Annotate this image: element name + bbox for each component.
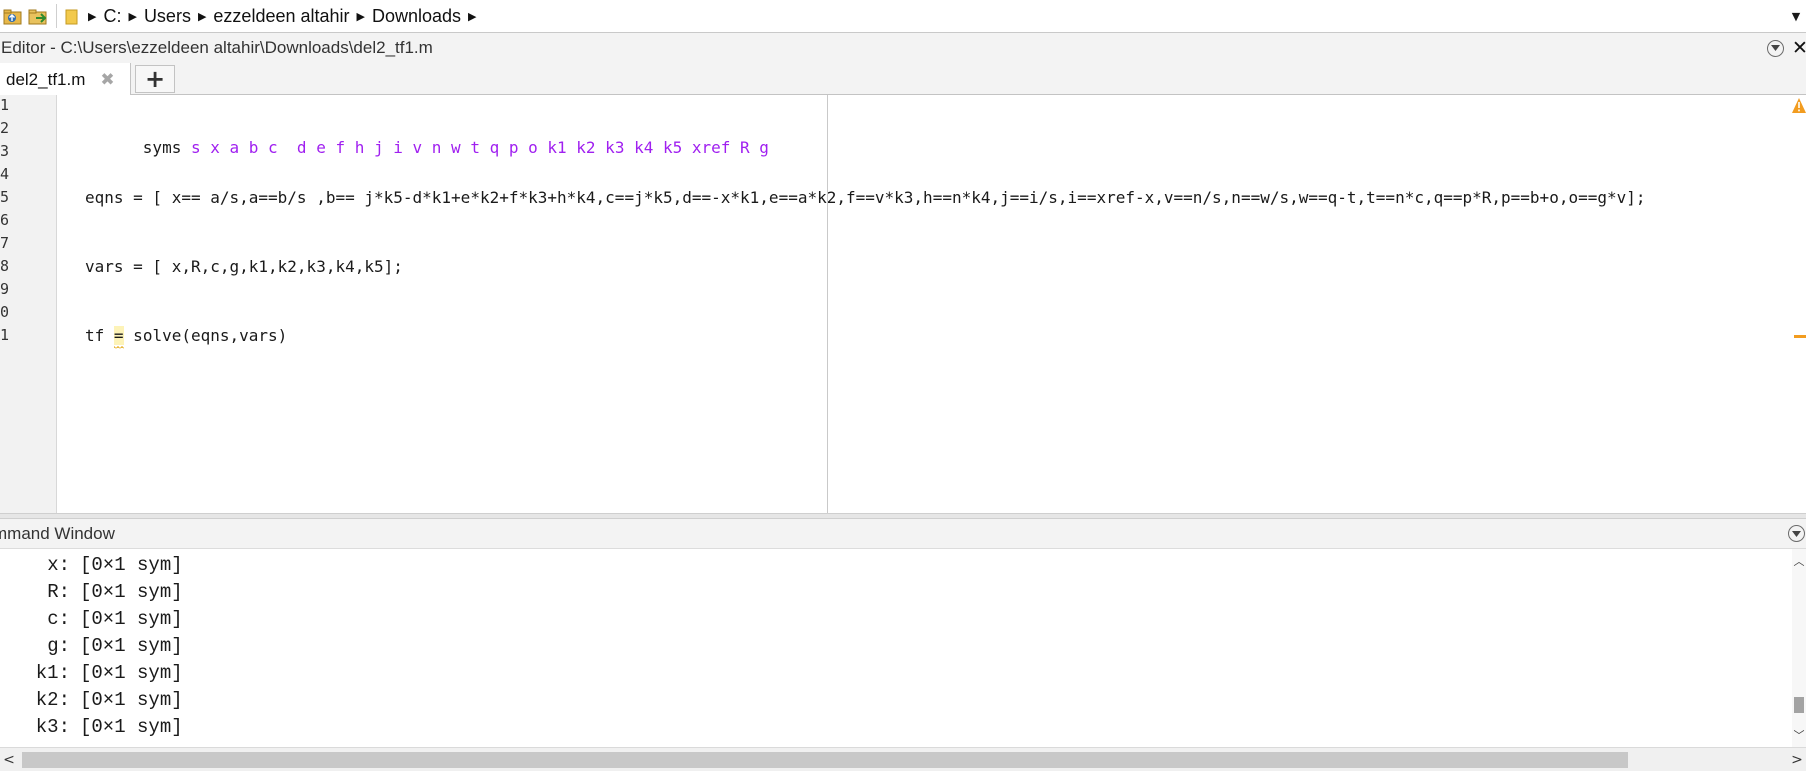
breadcrumb-downloads[interactable]: Downloads — [372, 0, 461, 33]
warning-marker[interactable] — [1794, 335, 1806, 338]
line-number: 1 — [0, 96, 10, 114]
line-number: 2 — [0, 119, 10, 137]
breadcrumb-user-folder[interactable]: ezzeldeen altahir — [213, 0, 349, 33]
line-number: 3 — [0, 142, 10, 160]
output-value: [0×1 sym] — [80, 662, 183, 684]
scroll-up-icon[interactable]: ︿ — [1792, 553, 1806, 569]
horizontal-scrollbar[interactable]: < > — [0, 747, 1806, 771]
toolbar-separator — [56, 4, 57, 28]
code-editor[interactable]: 1 2 3 4 5 6 7 8 9 0 1 syms s x a b c d e… — [0, 95, 1806, 513]
scrollbar-thumb[interactable] — [1794, 697, 1804, 713]
editor-tabbar: del2_tf1.m ✖ + — [0, 63, 1806, 96]
line-number: 9 — [0, 280, 10, 298]
line-number-gutter: 1 2 3 4 5 6 7 8 9 0 1 — [0, 95, 57, 513]
output-line: g: [0×1 sym] — [0, 635, 183, 662]
output-variable: g: — [47, 635, 70, 657]
breadcrumb-arrow-icon[interactable]: ▶ — [350, 0, 372, 33]
browse-folder-icon[interactable] — [26, 3, 52, 29]
new-tab-button[interactable]: + — [135, 65, 175, 93]
warning-highlight[interactable]: = — [113, 326, 124, 350]
tab-del2-tf1[interactable]: del2_tf1.m ✖ — [0, 63, 131, 96]
breadcrumb-arrow-icon[interactable]: ▶ — [191, 0, 213, 33]
command-window-output[interactable]: x: [0×1 sym] R: [0×1 sym] c: [0×1 sym] g: [0… — [0, 549, 1792, 747]
line-number: 0 — [0, 303, 10, 321]
breadcrumb-drive[interactable]: C: — [103, 0, 121, 33]
breadcrumb-arrow-icon[interactable]: ▶ — [81, 0, 103, 33]
output-variable: k2: — [35, 689, 70, 711]
output-variable: k1: — [35, 662, 70, 684]
output-line: k1: [0×1 sym] — [0, 662, 183, 689]
line-number: 5 — [0, 188, 10, 206]
output-value: [0×1 sym] — [80, 716, 183, 738]
output-value: [0×1 sym] — [80, 581, 183, 603]
line-number: 8 — [0, 257, 10, 275]
output-value: [0×1 sym] — [80, 689, 183, 711]
code-line-eqns: eqns = [ x== a/s,a==b/s ,b== j*k5-d*k1+e… — [85, 188, 1646, 207]
scrollbar-thumb[interactable] — [22, 752, 1628, 768]
editor-titlebar: Editor - C:\Users\ezzeldeen altahir\Down… — [0, 33, 1806, 63]
line-number: 1 — [0, 326, 10, 344]
output-value: [0×1 sym] — [80, 635, 183, 657]
code-line-solve: tf = solve(eqns,vars) — [85, 326, 288, 350]
code-token: solve(eqns,vars) — [123, 326, 288, 345]
close-icon[interactable]: ✕ — [1792, 37, 1806, 59]
address-bar: ▶ C: ▶ Users ▶ ezzeldeen altahir ▶ Downl… — [0, 0, 1806, 33]
panel-menu-icon[interactable] — [1767, 39, 1784, 57]
output-value: [0×1 sym] — [80, 554, 183, 576]
scroll-right-icon[interactable]: > — [1788, 748, 1806, 772]
line-number: 7 — [0, 234, 10, 252]
code-token: tf — [85, 326, 114, 345]
panel-menu-icon[interactable] — [1788, 525, 1805, 542]
output-line: R: [0×1 sym] — [0, 581, 183, 608]
output-variable: k3: — [35, 716, 70, 738]
breadcrumb-arrow-icon[interactable]: ▶ — [121, 0, 143, 33]
output-line: c: [0×1 sym] — [0, 608, 183, 635]
editor-title: Editor - C:\Users\ezzeldeen altahir\Down… — [1, 38, 433, 57]
vertical-scrollbar[interactable]: ︿ ﹀ — [1792, 549, 1806, 747]
line-number: 4 — [0, 165, 10, 183]
output-variable: R: — [47, 581, 70, 603]
command-window-titlebar: mmand Window — [0, 519, 1806, 549]
code-line-vars: vars = [ x,R,c,g,k1,k2,k3,k4,k5]; — [85, 257, 403, 276]
output-variable: x: — [47, 554, 70, 576]
breadcrumb-users[interactable]: Users — [144, 0, 191, 33]
syms-keyword: syms — [142, 138, 182, 157]
output-value: [0×1 sym] — [80, 608, 183, 630]
syms-arguments: s x a b c d e f h j i v n w t q p o k1 k… — [190, 138, 769, 157]
tab-close-icon[interactable]: ✖ — [100, 70, 114, 90]
command-window-title: mmand Window — [0, 524, 115, 543]
output-variable: c: — [47, 608, 70, 630]
output-line: x: [0×1 sym] — [0, 554, 183, 581]
output-line: k3: [0×1 sym] — [0, 716, 183, 743]
message-bar — [1792, 95, 1806, 513]
tab-label: del2_tf1.m — [6, 69, 86, 89]
dropdown-icon[interactable]: ▼ — [1786, 0, 1806, 33]
scroll-left-icon[interactable]: < — [0, 748, 18, 772]
right-margin-line — [827, 95, 828, 513]
line-number: 6 — [0, 211, 10, 229]
breadcrumb-arrow-icon[interactable]: ▶ — [461, 0, 483, 33]
code-line-syms: syms s x a b c d e f h j i v n w t q p o… — [85, 119, 769, 176]
scroll-down-icon[interactable]: ﹀ — [1792, 727, 1806, 743]
folder-icon — [63, 3, 81, 29]
folder-up-icon[interactable] — [0, 3, 26, 29]
output-line: k2: [0×1 sym] — [0, 689, 183, 716]
warning-icon[interactable] — [1792, 97, 1806, 115]
